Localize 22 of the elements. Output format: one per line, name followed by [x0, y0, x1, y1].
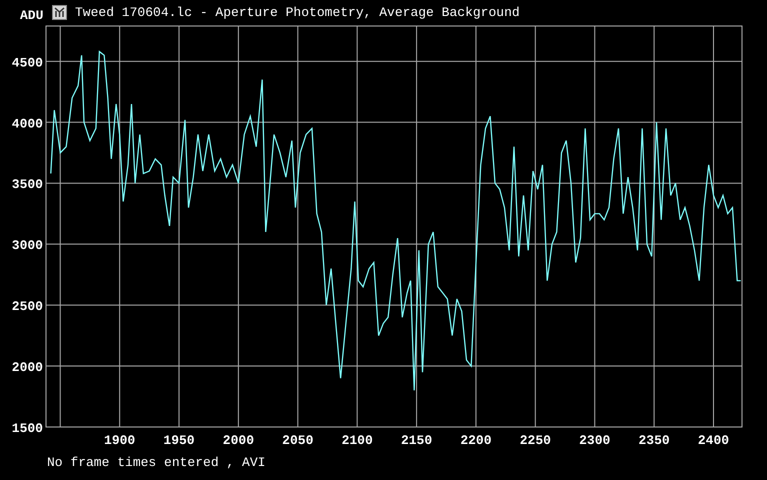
x-tick-label: 1900 [104, 433, 136, 448]
window-title: Tweed 170604.lc - Aperture Photometry, Average Background [75, 4, 520, 20]
x-tick-label: 2150 [400, 433, 432, 448]
y-tick-label: 4000 [12, 116, 43, 132]
y-axis-label: ADU [20, 8, 44, 23]
x-tick-label: 2200 [460, 433, 492, 448]
x-tick-label: 2350 [638, 433, 670, 448]
x-tick-label: 2300 [579, 433, 610, 448]
x-tick-label: 2000 [222, 433, 254, 448]
x-tick-label: 2400 [698, 433, 730, 448]
y-tick-label: 2000 [12, 360, 43, 376]
y-tick-label: 4500 [12, 55, 43, 70]
x-tick-label: 2250 [520, 433, 551, 448]
status-text: No frame times entered , AVI [47, 455, 266, 470]
y-tick-label: 3000 [12, 238, 43, 254]
app-icon [52, 4, 67, 20]
x-tick-label: 1950 [163, 433, 195, 448]
x-tick-label: 2100 [342, 433, 373, 448]
y-tick-label: 3500 [12, 177, 43, 192]
x-tick-label: 2050 [282, 433, 314, 448]
y-tick-label: 2500 [12, 299, 43, 314]
y-tick-label: 1500 [12, 421, 43, 436]
